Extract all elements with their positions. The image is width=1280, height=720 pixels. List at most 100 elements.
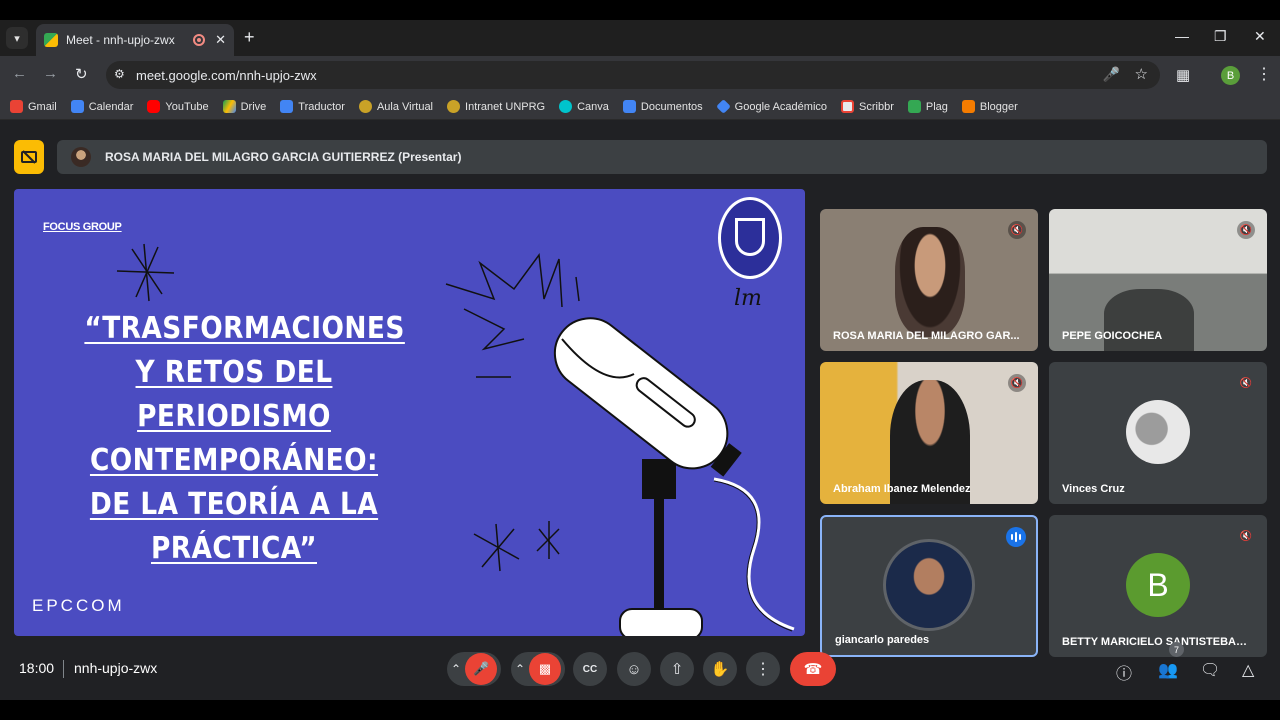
participant-name: BETTY MARICIELO SANTISTEBAN ...	[1062, 636, 1254, 648]
participant-tile-active-speaker[interactable]: giancarlo paredes	[820, 515, 1038, 657]
emoji-icon: ☺	[626, 660, 642, 678]
scholar-icon	[715, 99, 731, 114]
meet-favicon-icon	[44, 33, 58, 47]
audio-options-caret-icon[interactable]: ⌃	[451, 662, 461, 676]
bookmark-youtube[interactable]: YouTube	[147, 100, 209, 113]
present-screen-button[interactable]: ⇧	[660, 652, 694, 686]
captions-button[interactable]: CC	[573, 652, 607, 686]
tab-strip: ▾ Meet - nnh-upjo-zwx ✕ + — ❐ ✕	[0, 20, 1280, 56]
participant-name: Vinces Cruz	[1062, 483, 1125, 495]
participant-video	[895, 227, 965, 337]
bookmark-blogger[interactable]: Blogger	[961, 100, 1018, 113]
extensions-icon[interactable]: ▦	[1176, 66, 1190, 84]
profile-avatar[interactable]: B	[1221, 66, 1240, 85]
participant-name: Abraham Ibanez Melendez	[833, 483, 971, 495]
participant-tile[interactable]: 🔇 Vinces Cruz	[1049, 362, 1267, 504]
bookmark-calendar[interactable]: Calendar	[70, 100, 133, 113]
stop-presenting-button[interactable]	[14, 140, 44, 174]
bookmark-plag[interactable]: Plag	[907, 100, 948, 113]
bookmark-gmail[interactable]: Gmail	[10, 100, 57, 113]
presenter-avatar	[71, 147, 91, 167]
speaking-indicator-icon	[1006, 527, 1026, 547]
reload-icon[interactable]: ↻	[75, 65, 88, 83]
plag-icon	[907, 100, 921, 113]
video-options-caret-icon[interactable]: ⌃	[515, 662, 525, 676]
raise-hand-button[interactable]: ✋	[703, 652, 737, 686]
mic-off-icon: 🔇	[1008, 374, 1026, 392]
minimize-icon[interactable]: —	[1175, 28, 1189, 44]
mic-off-icon: 🔇	[1008, 221, 1026, 239]
close-window-icon[interactable]: ✕	[1254, 28, 1266, 45]
participant-name: PEPE GOICOCHEA	[1062, 330, 1163, 342]
site-info-icon[interactable]: ⚙	[114, 67, 130, 83]
mic-off-icon: 🔇	[1239, 377, 1253, 389]
new-tab-button[interactable]: +	[244, 27, 255, 48]
aula-virtual-icon	[358, 100, 372, 113]
recording-icon	[193, 34, 206, 46]
present-screen-icon: ⇧	[670, 661, 684, 678]
mic-in-use-icon[interactable]: 🎤	[1103, 66, 1120, 83]
participant-name: giancarlo paredes	[835, 634, 930, 646]
bookmarks-bar: Gmail Calendar YouTube Drive Traductor A…	[0, 94, 1280, 120]
meet-call-area: ROSA MARIA DEL MILAGRO GARCIA GUITIERREZ…	[0, 120, 1280, 700]
chat-icon[interactable]: 🗨	[1200, 660, 1220, 680]
bookmark-traductor[interactable]: Traductor	[280, 100, 345, 113]
participant-tile[interactable]: B 🔇 BETTY MARICIELO SANTISTEBAN ...	[1049, 515, 1267, 657]
participant-name: ROSA MARIA DEL MILAGRO GAR...	[833, 330, 1020, 342]
raise-hand-icon: ✋	[710, 661, 730, 678]
intranet-icon	[447, 100, 461, 113]
end-call-icon: ☎	[803, 661, 823, 678]
more-options-icon: ⋮	[755, 661, 771, 678]
browser-toolbar: ← → ↻ ⚙ meet.google.com/nnh-upjo-zwx 🎤 ☆	[0, 56, 1280, 94]
bookmark-drive[interactable]: Drive	[222, 100, 266, 113]
close-tab-icon[interactable]: ✕	[215, 32, 226, 48]
presenter-banner[interactable]: ROSA MARIA DEL MILAGRO GARCIA GUITIERREZ…	[57, 140, 1267, 174]
bookmark-intranet[interactable]: Intranet UNPRG	[447, 100, 545, 113]
camera-off-button[interactable]: ▩	[529, 653, 562, 685]
present-off-icon	[21, 150, 37, 164]
bookmark-aula-virtual[interactable]: Aula Virtual	[358, 100, 433, 113]
participant-avatar	[883, 539, 975, 631]
forward-icon[interactable]: →	[43, 65, 58, 82]
more-options-button[interactable]: ⋮	[746, 652, 780, 686]
bookmark-star-icon[interactable]: ☆	[1135, 65, 1148, 83]
restore-icon[interactable]: ❐	[1214, 28, 1227, 45]
shared-slide: FOCUS GROUP “TRASFORMACIONES Y RETOS DEL…	[14, 189, 805, 636]
mic-off-button[interactable]: 🎤	[465, 653, 498, 685]
bookmark-canva[interactable]: Canva	[559, 100, 609, 113]
gmail-icon	[10, 100, 23, 113]
reactions-button[interactable]: ☺	[617, 652, 651, 686]
bookmark-documentos[interactable]: Documentos	[622, 100, 703, 113]
leave-call-button[interactable]: ☎	[790, 652, 836, 686]
microphone-control[interactable]: ⌃ 🎤	[447, 652, 501, 686]
docs-icon	[622, 100, 636, 113]
meeting-details-icon[interactable]: ⓘ	[1116, 660, 1132, 684]
captions-icon: CC	[582, 663, 598, 675]
mic-off-icon: 🔇	[1237, 221, 1255, 239]
participant-tile[interactable]: 🔇 Abraham Ibanez Melendez	[820, 362, 1038, 504]
calendar-icon	[70, 100, 84, 113]
browser-menu-icon[interactable]: ⋮	[1256, 64, 1272, 84]
address-bar[interactable]: ⚙ meet.google.com/nnh-upjo-zwx 🎤 ☆	[106, 61, 1160, 89]
bookmark-scribbr[interactable]: Scribbr	[841, 100, 894, 113]
translate-icon	[280, 100, 294, 113]
bookmark-google-academico[interactable]: Google Académico	[715, 99, 827, 114]
canva-icon	[559, 100, 573, 113]
drive-icon	[222, 100, 236, 113]
meeting-clock: 18:00	[19, 660, 55, 676]
back-icon[interactable]: ←	[12, 65, 27, 82]
divider	[63, 660, 64, 678]
microphone-illustration-icon	[116, 243, 795, 636]
tab-meet[interactable]: Meet - nnh-upjo-zwx ✕	[36, 24, 234, 56]
people-icon[interactable]: 👥	[1158, 660, 1178, 680]
activities-icon[interactable]: △	[1242, 660, 1254, 680]
participant-tile[interactable]: 🔇 PEPE GOICOCHEA	[1049, 209, 1267, 351]
browser-window: ▾ Meet - nnh-upjo-zwx ✕ + — ❐ ✕ ← → ↻ ⚙ …	[0, 20, 1280, 700]
camera-control[interactable]: ⌃ ▩	[511, 652, 565, 686]
blogger-icon	[961, 100, 975, 113]
meeting-code: nnh-upjo-zwx	[74, 660, 158, 676]
participant-count-badge: 7	[1169, 642, 1184, 657]
tab-search-button[interactable]: ▾	[6, 27, 28, 49]
presenter-label: ROSA MARIA DEL MILAGRO GARCIA GUITIERREZ…	[105, 150, 462, 164]
participant-tile[interactable]: 🔇 ROSA MARIA DEL MILAGRO GAR...	[820, 209, 1038, 351]
